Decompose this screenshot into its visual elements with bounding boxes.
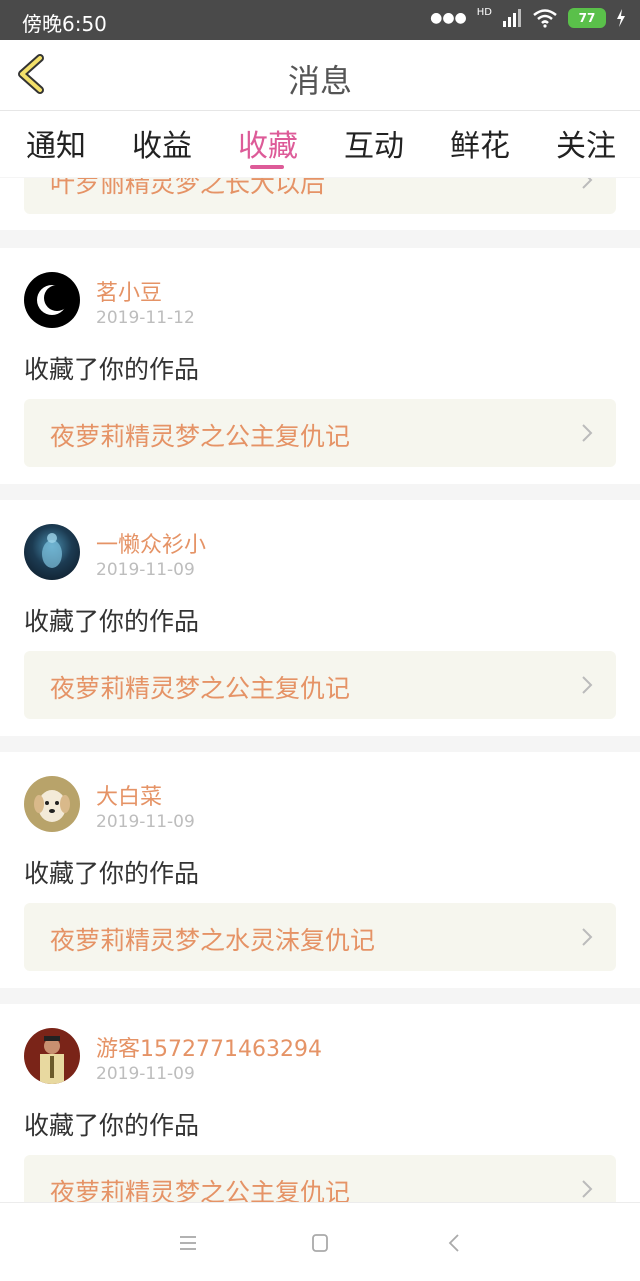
username[interactable]: 一懒众衫小: [96, 527, 206, 559]
battery-icon: 77: [568, 8, 606, 28]
tab-indicator: [250, 165, 284, 169]
chevron-right-icon: [582, 676, 593, 694]
tab-flowers[interactable]: 鲜花: [450, 121, 510, 165]
chevron-right-icon: [582, 424, 593, 442]
home-icon[interactable]: [309, 1233, 331, 1253]
status-bar: 傍晚6:50 ●●● HD 77: [0, 0, 640, 40]
list-item: 茗小豆 2019-11-12 收藏了你的作品 夜萝莉精灵梦之公主复仇记: [0, 248, 640, 484]
status-time: 傍晚6:50: [22, 12, 107, 36]
nav-bar: 消息: [0, 40, 640, 111]
date: 2019-11-12: [96, 308, 195, 328]
work-title: 夜萝莉精灵梦之公主复仇记: [50, 674, 351, 703]
chevron-right-icon: [582, 1180, 593, 1198]
username[interactable]: 茗小豆: [96, 275, 162, 307]
list-item: 大白菜 2019-11-09 收藏了你的作品 夜萝莉精灵梦之水灵沫复仇记: [0, 752, 640, 988]
action-text: 收藏了你的作品: [24, 607, 200, 636]
list-item: 一懒众衫小 2019-11-09 收藏了你的作品 夜萝莉精灵梦之公主复仇记: [0, 500, 640, 736]
work-link[interactable]: 夜萝莉精灵梦之水灵沫复仇记: [24, 903, 616, 971]
dog-icon: [34, 790, 70, 822]
avatar[interactable]: [24, 272, 80, 328]
tab-interactions[interactable]: 互动: [344, 121, 404, 165]
work-link[interactable]: 夜萝莉精灵梦之公主复仇记: [24, 399, 616, 467]
page-title: 消息: [287, 62, 352, 100]
work-title: 叶罗丽精灵梦之长大以后: [50, 178, 326, 198]
status-icons: ●●● HD 77: [430, 6, 626, 28]
action-text: 收藏了你的作品: [24, 1111, 200, 1140]
moon-icon: [37, 285, 70, 315]
tab-earnings[interactable]: 收益: [132, 121, 192, 165]
figure-icon: [42, 533, 62, 568]
back-nav-icon[interactable]: [444, 1233, 466, 1253]
date: 2019-11-09: [96, 560, 195, 580]
charging-icon: [617, 9, 625, 27]
person-icon: [40, 1036, 64, 1084]
work-link[interactable]: 叶罗丽精灵梦之长大以后: [24, 178, 616, 214]
date: 2019-11-09: [96, 1064, 195, 1084]
tab-following[interactable]: 关注: [556, 121, 616, 165]
list-item: 游客1572771463294 2019-11-09 收藏了你的作品 夜萝莉精灵…: [0, 1004, 640, 1202]
wifi-icon: [533, 9, 557, 28]
username[interactable]: 大白菜: [96, 779, 162, 811]
chevron-right-icon: [582, 928, 593, 946]
more-dots-icon: ●●●: [430, 10, 467, 26]
list-item: 叶罗丽精灵梦之长大以后: [0, 178, 640, 230]
tab-favorites[interactable]: 收藏: [238, 121, 298, 165]
work-link[interactable]: 夜萝莉精灵梦之公主复仇记: [24, 1155, 616, 1202]
message-list: 叶罗丽精灵梦之长大以后 茗小豆 2019-11-12 收藏了你的作品 夜萝莉精灵…: [0, 178, 640, 1202]
tab-notifications[interactable]: 通知: [26, 121, 86, 165]
date: 2019-11-09: [96, 812, 195, 832]
tab-bar: 通知 收益 收藏 互动 鲜花 关注: [0, 111, 640, 177]
system-nav-bar: [0, 1202, 640, 1281]
menu-icon[interactable]: [177, 1233, 199, 1253]
work-link[interactable]: 夜萝莉精灵梦之公主复仇记: [24, 651, 616, 719]
username[interactable]: 游客1572771463294: [96, 1031, 322, 1063]
signal-icon: [503, 9, 521, 27]
action-text: 收藏了你的作品: [24, 355, 200, 384]
work-title: 夜萝莉精灵梦之公主复仇记: [50, 1178, 351, 1202]
work-title: 夜萝莉精灵梦之公主复仇记: [50, 422, 351, 451]
chevron-right-icon: [582, 178, 593, 189]
work-title: 夜萝莉精灵梦之水灵沫复仇记: [50, 926, 376, 955]
action-text: 收藏了你的作品: [24, 859, 200, 888]
hd-icon: HD: [476, 6, 492, 18]
avatar[interactable]: [24, 1028, 80, 1084]
avatar[interactable]: [24, 524, 80, 580]
avatar[interactable]: [24, 776, 80, 832]
